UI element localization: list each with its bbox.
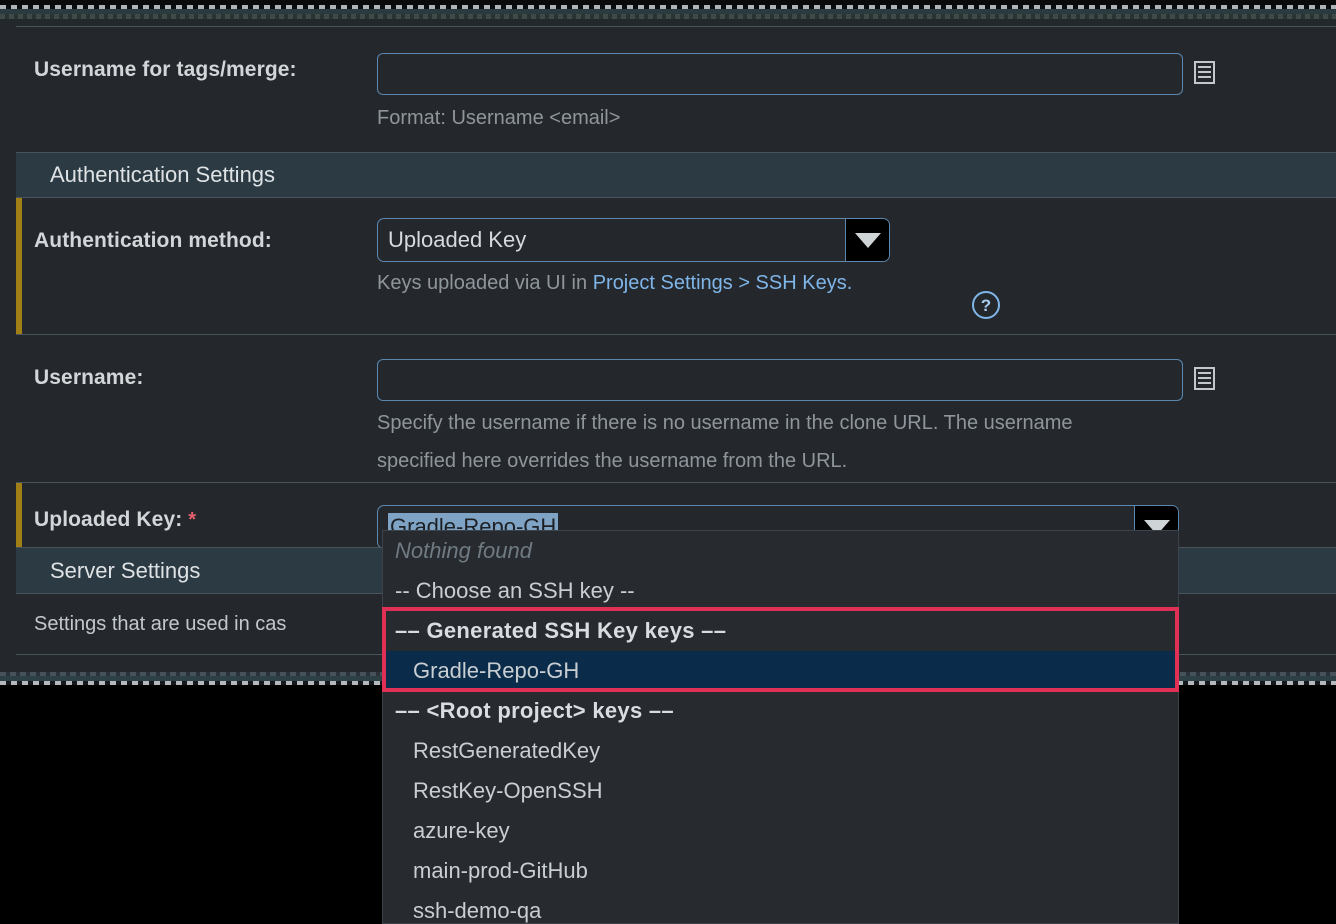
dropdown-item[interactable]: -- Choose an SSH key -- — [383, 571, 1178, 611]
dropdown-group-header: –– Generated SSH Key keys –– — [395, 618, 727, 643]
username-hint-line-1: Specify the username if there is no user… — [377, 412, 1073, 434]
auth-method-hint-prefix: Keys uploaded via UI in — [377, 272, 593, 294]
screenshot-root: Username for tags/merge: Format: Usernam… — [0, 0, 1336, 924]
dropdown-group-header: –– <Root project> keys –– — [395, 698, 674, 723]
auth-method-hint: Keys uploaded via UI in Project Settings… — [377, 268, 852, 298]
uploaded-key-label: Uploaded Key: * — [34, 505, 196, 535]
window-top-artifact-4 — [0, 19, 1336, 26]
server-description: Settings that are used in cas — [34, 613, 287, 635]
username-input[interactable] — [377, 359, 1183, 401]
uploaded-key-label-text: Uploaded Key: — [34, 508, 183, 531]
dropdown-item[interactable]: Gradle-Repo-GH — [383, 651, 1178, 691]
dropdown-item[interactable]: RestKey-OpenSSH — [383, 771, 1178, 811]
username-tags-hint: Format: Username <email> — [377, 107, 621, 129]
question-mark-circle-icon[interactable]: ? — [972, 291, 1000, 319]
dropdown-item[interactable]: main-prod-GitHub — [383, 851, 1178, 891]
username-label: Username: — [34, 366, 144, 389]
dropdown-empty-text: Nothing found — [395, 538, 532, 563]
document-lines-icon[interactable] — [1194, 367, 1215, 390]
auth-method-label: Authentication method: — [34, 229, 272, 252]
username-hint-line-2: specified here overrides the username fr… — [377, 450, 848, 472]
username-tags-input[interactable] — [377, 53, 1183, 95]
field-row-auth-method: Authentication method: Uploaded Key Keys… — [0, 198, 1336, 334]
ssh-keys-link[interactable]: Project Settings > SSH Keys. — [593, 272, 853, 294]
caret-down-icon[interactable] — [845, 219, 889, 261]
document-lines-icon[interactable] — [1194, 61, 1215, 84]
username-tags-label: Username for tags/merge: — [34, 58, 297, 81]
dropdown-item[interactable]: azure-key — [383, 811, 1178, 851]
dropdown-item[interactable]: RestGeneratedKey — [383, 731, 1178, 771]
section-header-server-label: Server Settings — [50, 557, 201, 583]
section-header-authentication-label: Authentication Settings — [50, 162, 276, 187]
modified-marker — [16, 198, 22, 334]
uploaded-key-dropdown-list[interactable]: Nothing found -- Choose an SSH key -- –– G… — [382, 530, 1179, 924]
auth-method-value: Uploaded Key — [388, 227, 527, 252]
section-header-authentication: Authentication Settings — [16, 152, 1336, 198]
dropdown-item[interactable]: ssh-demo-qa — [383, 891, 1178, 923]
field-row-username: Username: Specify the username if there … — [0, 335, 1336, 482]
required-asterisk: * — [188, 509, 197, 531]
auth-method-select[interactable]: Uploaded Key — [377, 218, 890, 262]
